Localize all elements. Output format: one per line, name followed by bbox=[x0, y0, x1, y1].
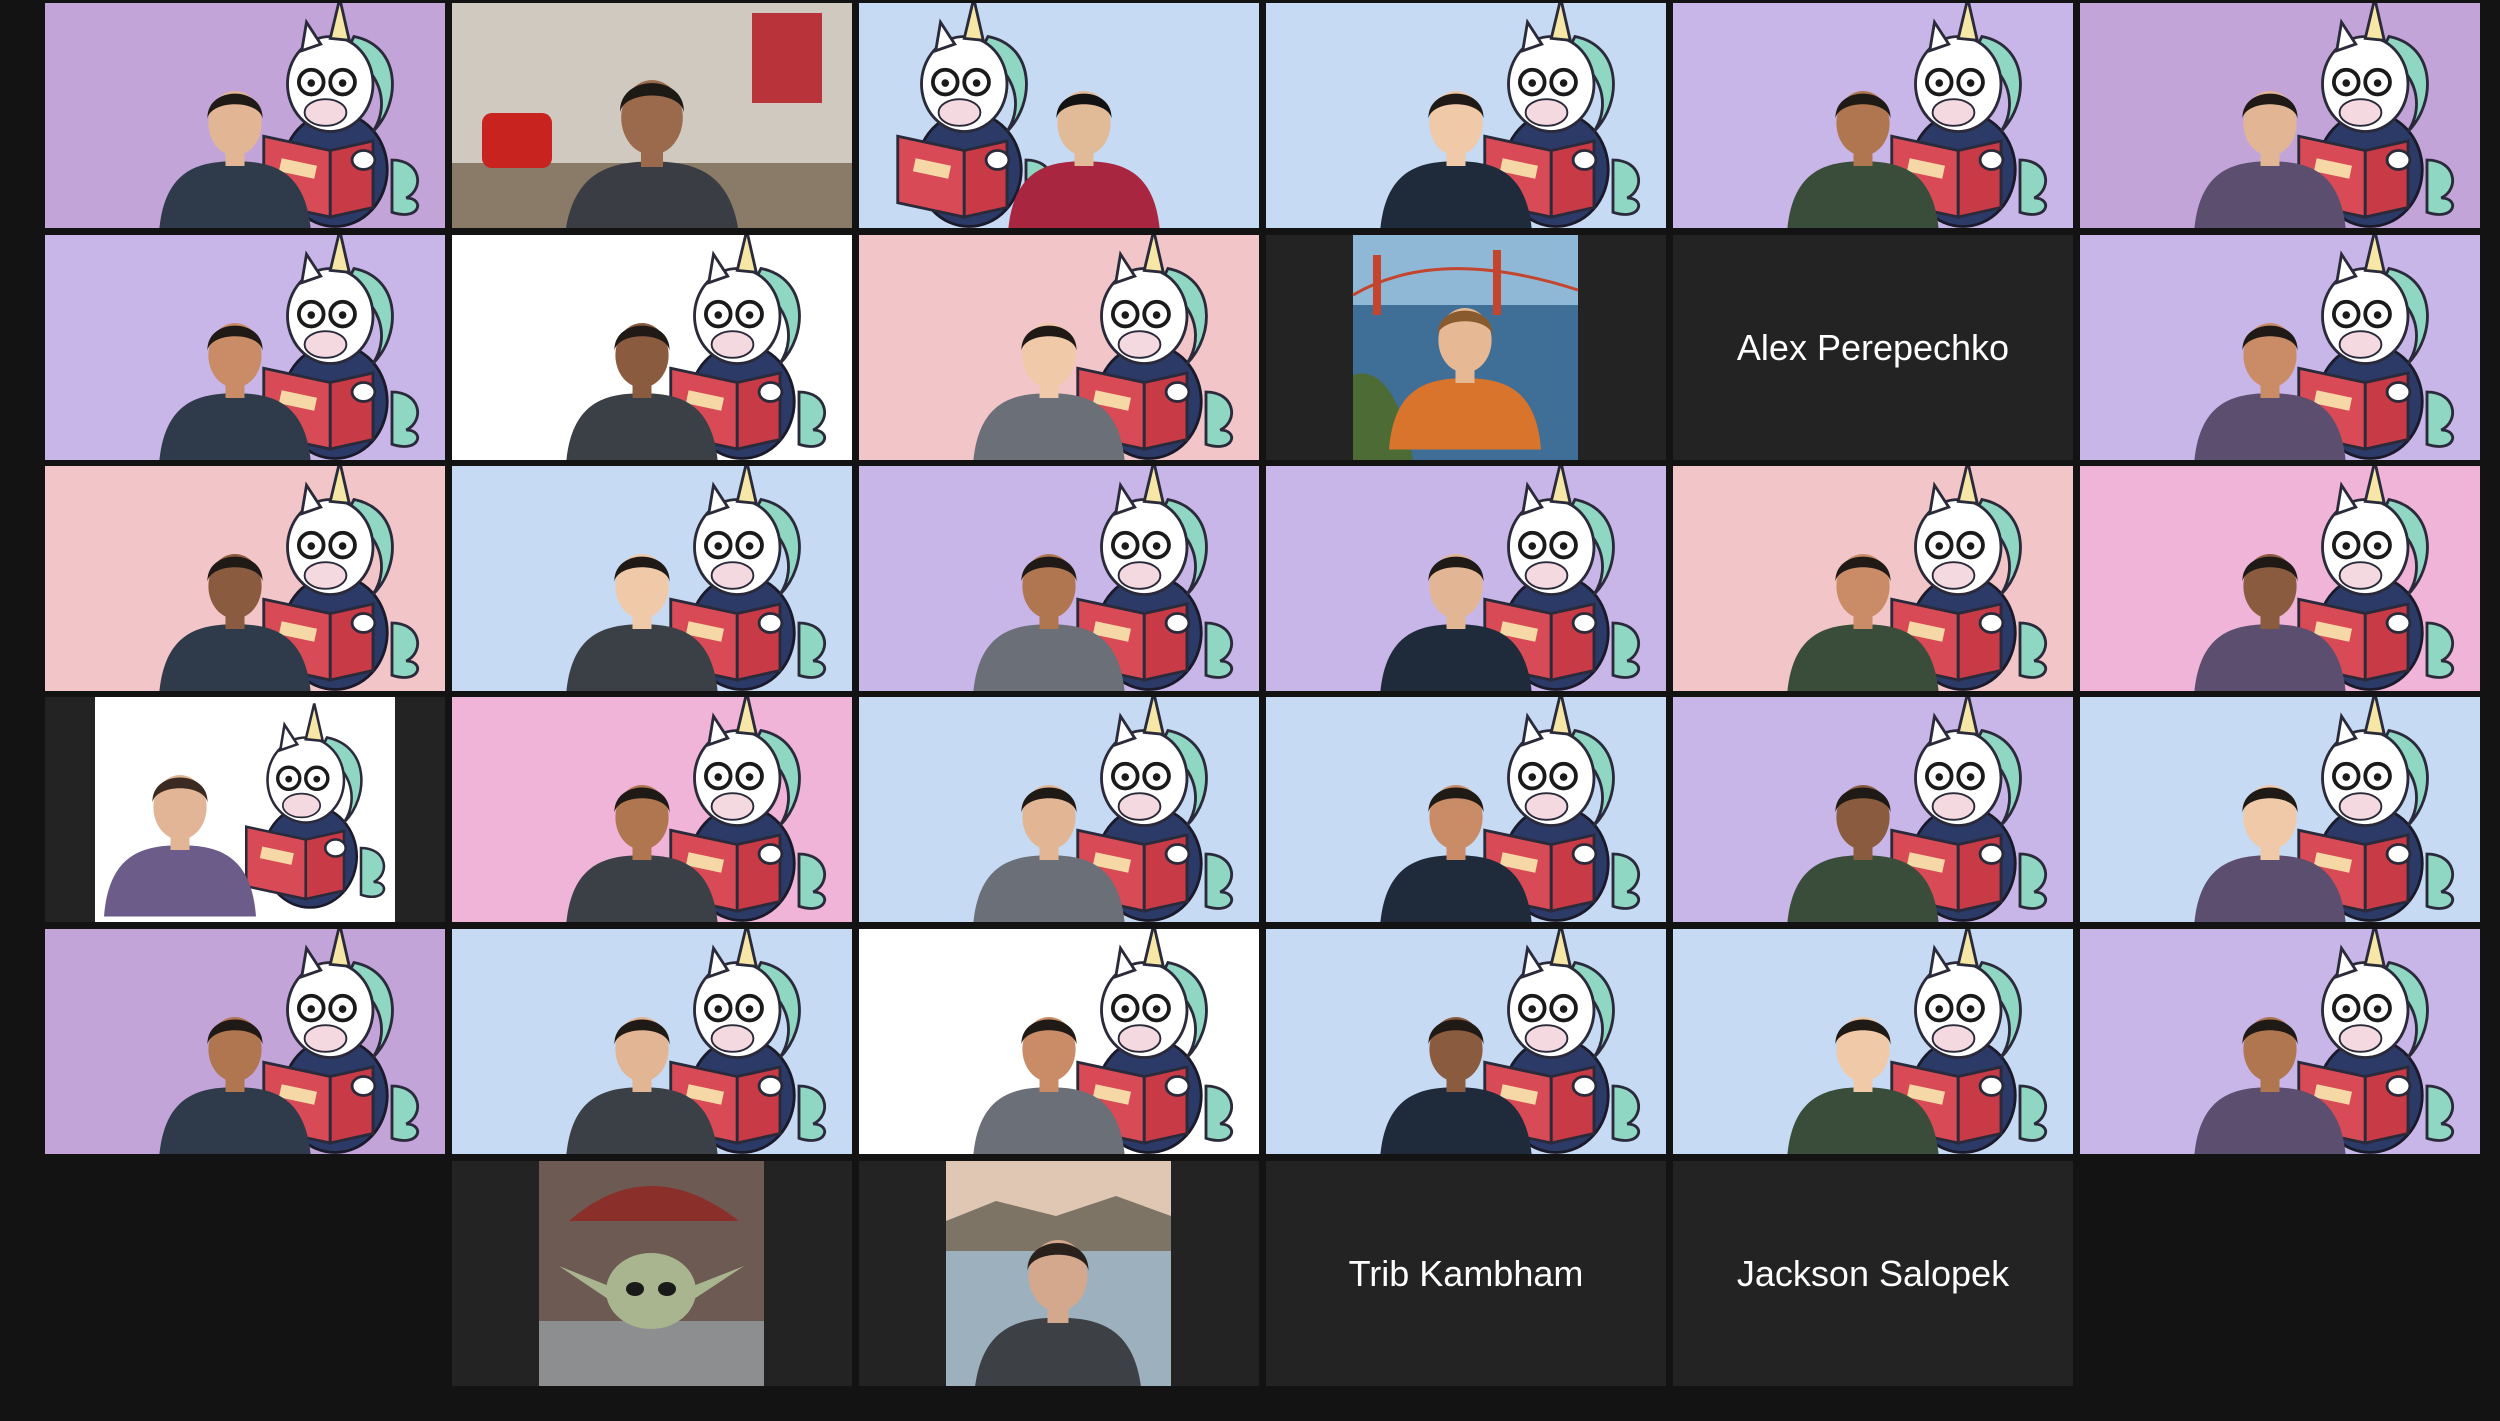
participant-tile[interactable] bbox=[452, 466, 852, 691]
participant-video-unicorn-icon bbox=[1266, 466, 1666, 691]
participant-tile-active-speaker[interactable] bbox=[859, 697, 1259, 922]
participant-video-unicorn-icon bbox=[1266, 697, 1666, 922]
participant-tile[interactable] bbox=[452, 235, 852, 460]
profile-photo-man-lake-icon bbox=[859, 1161, 1259, 1386]
participant-tile[interactable] bbox=[2080, 3, 2480, 228]
participant-name: Jackson Salopek bbox=[1736, 1252, 2010, 1294]
participant-tile[interactable] bbox=[45, 235, 445, 460]
participant-video-unicorn-icon bbox=[859, 466, 1259, 691]
participant-video-unicorn-icon bbox=[859, 3, 1259, 228]
participant-tile[interactable] bbox=[452, 3, 852, 228]
participant-tile-no-video[interactable]: Trib Kambham bbox=[1266, 1161, 1666, 1386]
participant-video-unicorn-icon bbox=[2080, 3, 2480, 228]
participant-video-unicorn-icon bbox=[1673, 697, 2073, 922]
participant-tile[interactable] bbox=[452, 929, 852, 1154]
empty-slot bbox=[2080, 1161, 2480, 1386]
participant-tile[interactable] bbox=[1266, 466, 1666, 691]
participant-tile[interactable] bbox=[1673, 3, 2073, 228]
participant-video-unicorn-icon bbox=[452, 929, 852, 1154]
participant-video-unicorn-icon bbox=[1673, 3, 2073, 228]
participant-tile[interactable] bbox=[452, 697, 852, 922]
participant-video-unicorn-icon bbox=[452, 235, 852, 460]
participant-tile[interactable] bbox=[859, 235, 1259, 460]
participant-tile[interactable] bbox=[1266, 929, 1666, 1154]
participant-video-unicorn-icon bbox=[1266, 929, 1666, 1154]
participant-video-unicorn-icon bbox=[2080, 235, 2480, 460]
participant-tile[interactable] bbox=[2080, 235, 2480, 460]
participant-tile[interactable] bbox=[1673, 697, 2073, 922]
participant-video-unicorn-icon bbox=[2080, 929, 2480, 1154]
participant-video-unicorn-icon bbox=[2080, 697, 2480, 922]
participant-tile[interactable] bbox=[859, 3, 1259, 228]
participant-tile[interactable] bbox=[1266, 3, 1666, 228]
participant-tile[interactable] bbox=[859, 929, 1259, 1154]
participant-video-unicorn-icon bbox=[1266, 3, 1666, 228]
participant-video-unicorn-icon bbox=[859, 697, 1259, 922]
profile-photo-golden-gate-icon bbox=[1266, 235, 1666, 460]
participant-video-unicorn-icon bbox=[45, 235, 445, 460]
participant-tile[interactable] bbox=[452, 1161, 852, 1386]
participant-video-unicorn-icon bbox=[452, 697, 852, 922]
participant-tile[interactable] bbox=[2080, 466, 2480, 691]
participant-tile[interactable] bbox=[1673, 466, 2073, 691]
participant-video-unicorn-icon bbox=[452, 466, 852, 691]
participant-video-home-icon bbox=[452, 3, 852, 228]
participant-video-unicorn-narrow-icon bbox=[45, 697, 445, 922]
participant-name: Trib Kambham bbox=[1348, 1252, 1584, 1294]
participant-video-unicorn-icon bbox=[45, 3, 445, 228]
participant-tile[interactable] bbox=[1673, 929, 2073, 1154]
video-gallery: Alex Perepechko Trib Kambham Jackson Salop… bbox=[0, 0, 2500, 1421]
participant-video-unicorn-icon bbox=[859, 235, 1259, 460]
participant-name: Alex Perepechko bbox=[1736, 326, 2010, 368]
participant-tile[interactable] bbox=[2080, 697, 2480, 922]
participant-tile-no-video[interactable]: Alex Perepechko bbox=[1673, 235, 2073, 460]
participant-tile[interactable] bbox=[1266, 235, 1666, 460]
participant-video-unicorn-icon bbox=[45, 466, 445, 691]
participant-tile[interactable] bbox=[45, 466, 445, 691]
participant-video-unicorn-icon bbox=[859, 929, 1259, 1154]
participant-tile[interactable] bbox=[859, 466, 1259, 691]
participant-tile[interactable] bbox=[2080, 929, 2480, 1154]
profile-photo-baby-yoda-icon bbox=[452, 1161, 852, 1386]
participant-tile[interactable] bbox=[859, 1161, 1259, 1386]
participant-tile[interactable] bbox=[1266, 697, 1666, 922]
empty-slot bbox=[45, 1161, 445, 1386]
participant-video-unicorn-icon bbox=[1673, 466, 2073, 691]
participant-tile[interactable] bbox=[45, 929, 445, 1154]
participant-video-unicorn-icon bbox=[2080, 466, 2480, 691]
participant-tile[interactable] bbox=[45, 3, 445, 228]
participant-tile[interactable] bbox=[45, 697, 445, 922]
participant-video-unicorn-icon bbox=[45, 929, 445, 1154]
participant-tile-no-video[interactable]: Jackson Salopek bbox=[1673, 1161, 2073, 1386]
participant-video-unicorn-icon bbox=[1673, 929, 2073, 1154]
